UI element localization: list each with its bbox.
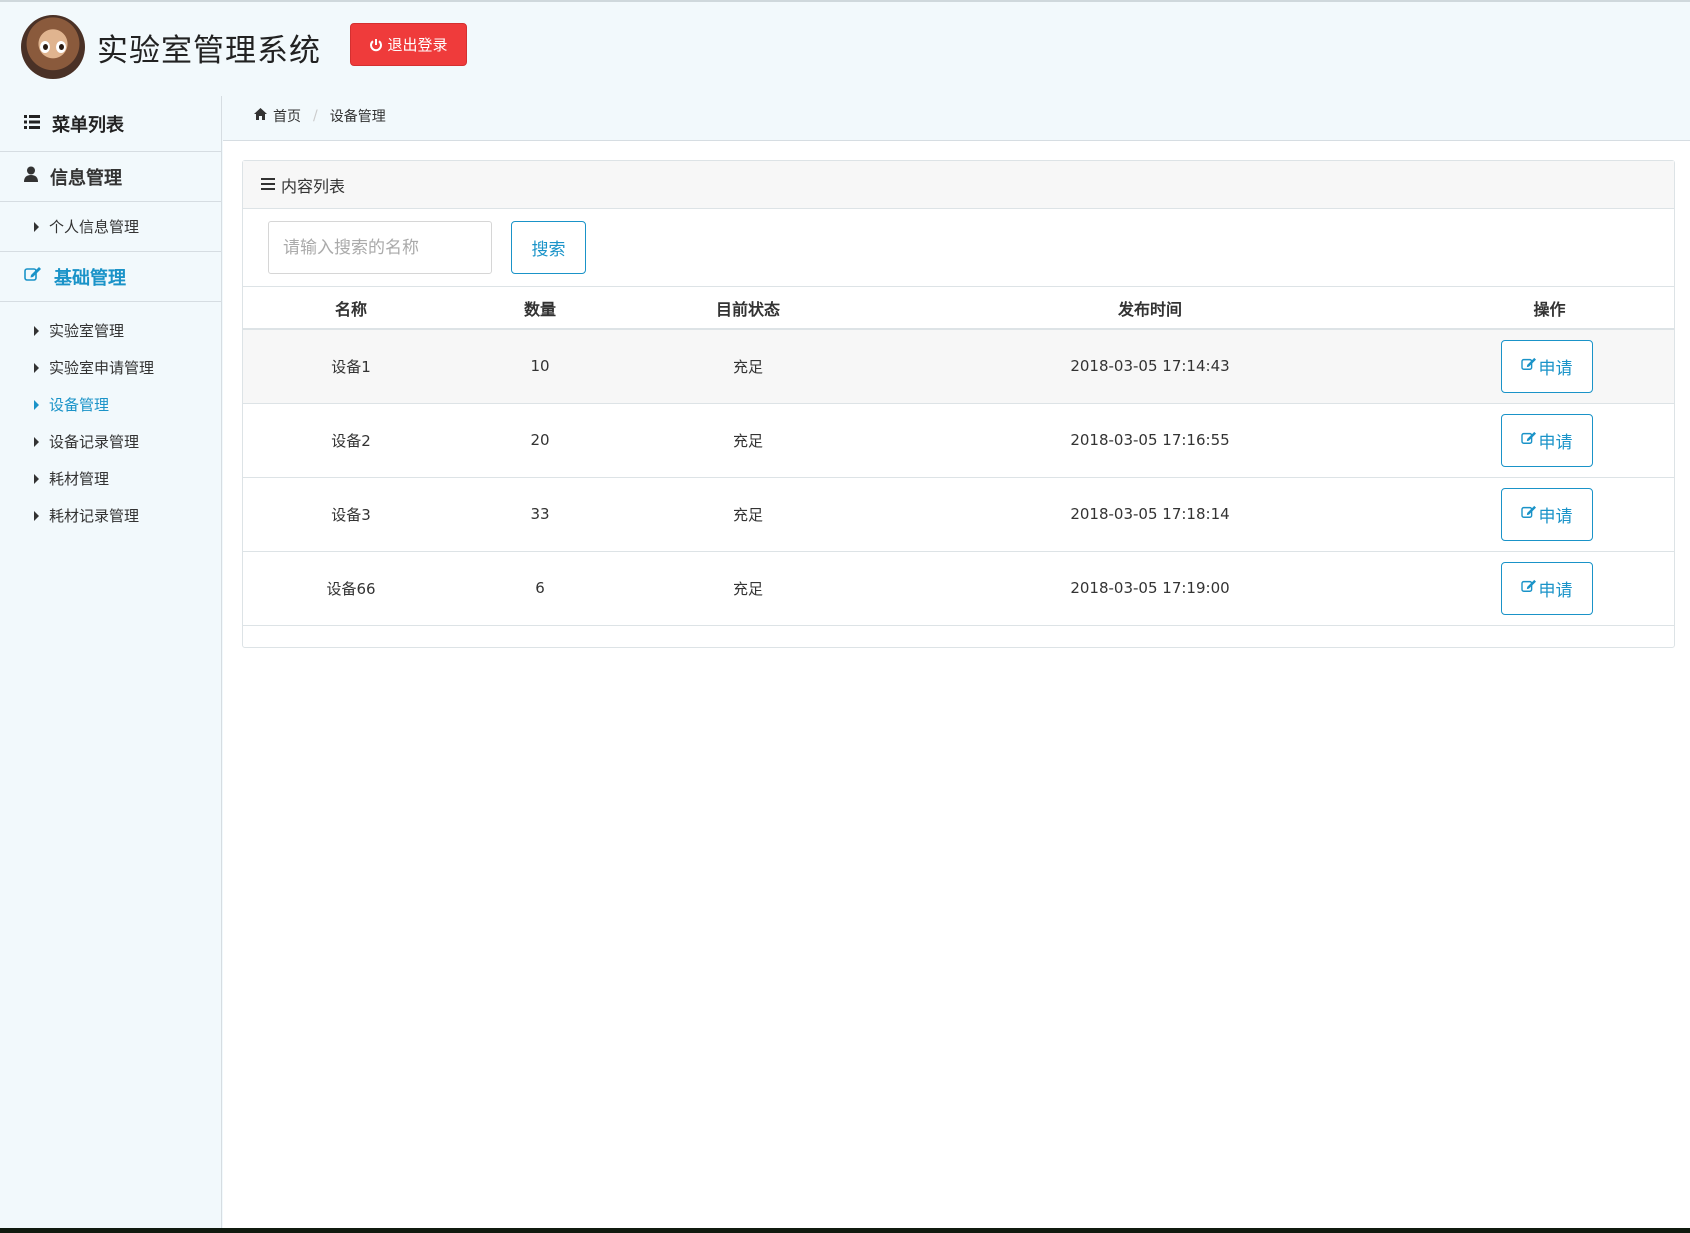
breadcrumb-separator: / xyxy=(313,108,318,124)
home-icon xyxy=(254,108,267,124)
sidebar-group-basic[interactable]: 基础管理 xyxy=(0,252,221,302)
cell-qty: 10 xyxy=(459,329,621,404)
caret-right-icon xyxy=(34,325,39,336)
caret-right-icon xyxy=(34,473,39,484)
cell-action: 申请 xyxy=(1425,477,1674,552)
sidebar-item-device-record[interactable]: 设备记录管理 xyxy=(0,423,221,460)
column-header-action: 操作 xyxy=(1425,287,1674,330)
caret-right-icon xyxy=(34,436,39,447)
panel-title: 内容列表 xyxy=(281,176,346,196)
caret-right-icon xyxy=(34,510,39,521)
caret-right-icon xyxy=(34,399,39,410)
cell-action: 申请 xyxy=(1425,329,1674,404)
panel-header: 内容列表 xyxy=(243,161,1674,209)
cell-status: 充足 xyxy=(621,329,875,404)
table-row: 设备3 33 充足 2018-03-05 17:18:14 申请 xyxy=(243,477,1674,552)
logout-button[interactable]: 退出登录 xyxy=(350,23,467,66)
sidebar-sublist-basic: 实验室管理 实验室申请管理 设备管理 设备记录管理 耗材管理 耗材记录管理 xyxy=(0,302,221,540)
cell-time: 2018-03-05 17:14:43 xyxy=(875,329,1425,404)
cell-name: 设备1 xyxy=(243,329,459,404)
bars-icon xyxy=(261,175,275,194)
sidebar-item-consumable[interactable]: 耗材管理 xyxy=(0,460,221,497)
edit-icon xyxy=(24,266,42,287)
caret-right-icon xyxy=(34,362,39,373)
table-row: 设备66 6 充足 2018-03-05 17:19:00 申请 xyxy=(243,551,1674,626)
sidebar-item-personal-info[interactable]: 个人信息管理 xyxy=(0,208,221,245)
search-row: 搜索 xyxy=(243,209,1674,287)
edit-icon xyxy=(1520,504,1537,524)
app-header: 实验室管理系统 退出登录 xyxy=(0,2,1690,96)
column-header-status: 目前状态 xyxy=(621,287,875,330)
column-header-qty: 数量 xyxy=(459,287,621,330)
cell-status: 充足 xyxy=(621,551,875,626)
cell-name: 设备2 xyxy=(243,403,459,478)
sidebar-group-label: 信息管理 xyxy=(50,167,122,189)
edit-icon xyxy=(1520,356,1537,376)
main-content: 内容列表 搜索 名称 数量 目前状态 发布时间 操作 设备1 10 充足 xyxy=(223,140,1690,1228)
cell-time: 2018-03-05 17:19:00 xyxy=(875,551,1425,626)
cell-time: 2018-03-05 17:16:55 xyxy=(875,403,1425,478)
sidebar-item-consumable-record[interactable]: 耗材记录管理 xyxy=(0,497,221,534)
logout-label: 退出登录 xyxy=(387,37,448,54)
bottom-edge xyxy=(0,1228,1690,1233)
device-table: 名称 数量 目前状态 发布时间 操作 设备1 10 充足 2018-03-05 … xyxy=(243,287,1674,626)
sidebar: 菜单列表 信息管理 个人信息管理 基础管理 实验室管理 实验室申请管理 设备管理 xyxy=(0,96,222,1228)
column-header-time: 发布时间 xyxy=(875,287,1425,330)
apply-button[interactable]: 申请 xyxy=(1500,339,1593,393)
breadcrumb: 首页 / 设备管理 xyxy=(254,105,386,127)
caret-right-icon xyxy=(34,221,39,232)
sidebar-menu-title: 菜单列表 xyxy=(0,96,221,152)
cell-action: 申请 xyxy=(1425,551,1674,626)
cell-status: 充足 xyxy=(621,403,875,478)
sidebar-sublist-info: 个人信息管理 xyxy=(0,202,221,252)
sidebar-item-lab[interactable]: 实验室管理 xyxy=(0,312,221,349)
breadcrumb-current: 设备管理 xyxy=(329,109,386,125)
app-title: 实验室管理系统 xyxy=(97,33,321,69)
power-icon xyxy=(369,38,383,52)
sidebar-group-info[interactable]: 信息管理 xyxy=(0,152,221,202)
cell-action: 申请 xyxy=(1425,403,1674,478)
search-input[interactable] xyxy=(268,221,492,274)
cell-name: 设备66 xyxy=(243,551,459,626)
table-row: 设备1 10 充足 2018-03-05 17:14:43 申请 xyxy=(243,329,1674,404)
list-icon xyxy=(24,113,40,134)
cell-qty: 20 xyxy=(459,403,621,478)
cell-name: 设备3 xyxy=(243,477,459,552)
content-panel: 内容列表 搜索 名称 数量 目前状态 发布时间 操作 设备1 10 充足 xyxy=(242,160,1675,648)
apply-button[interactable]: 申请 xyxy=(1500,487,1593,541)
column-header-name: 名称 xyxy=(243,287,459,330)
cell-qty: 6 xyxy=(459,551,621,626)
breadcrumb-home-link[interactable]: 首页 xyxy=(273,106,301,126)
sidebar-group-label: 基础管理 xyxy=(54,267,126,289)
cell-time: 2018-03-05 17:18:14 xyxy=(875,477,1425,552)
sidebar-item-device[interactable]: 设备管理 xyxy=(0,386,221,423)
search-button[interactable]: 搜索 xyxy=(511,221,586,274)
edit-icon xyxy=(1520,578,1537,598)
cell-status: 充足 xyxy=(621,477,875,552)
sidebar-item-lab-apply[interactable]: 实验室申请管理 xyxy=(0,349,221,386)
user-avatar xyxy=(21,15,85,79)
cell-qty: 33 xyxy=(459,477,621,552)
table-header-row: 名称 数量 目前状态 发布时间 操作 xyxy=(243,287,1674,330)
table-row: 设备2 20 充足 2018-03-05 17:16:55 申请 xyxy=(243,403,1674,478)
user-icon xyxy=(24,166,38,187)
edit-icon xyxy=(1520,430,1537,450)
apply-button[interactable]: 申请 xyxy=(1500,413,1593,467)
apply-button[interactable]: 申请 xyxy=(1500,561,1593,615)
